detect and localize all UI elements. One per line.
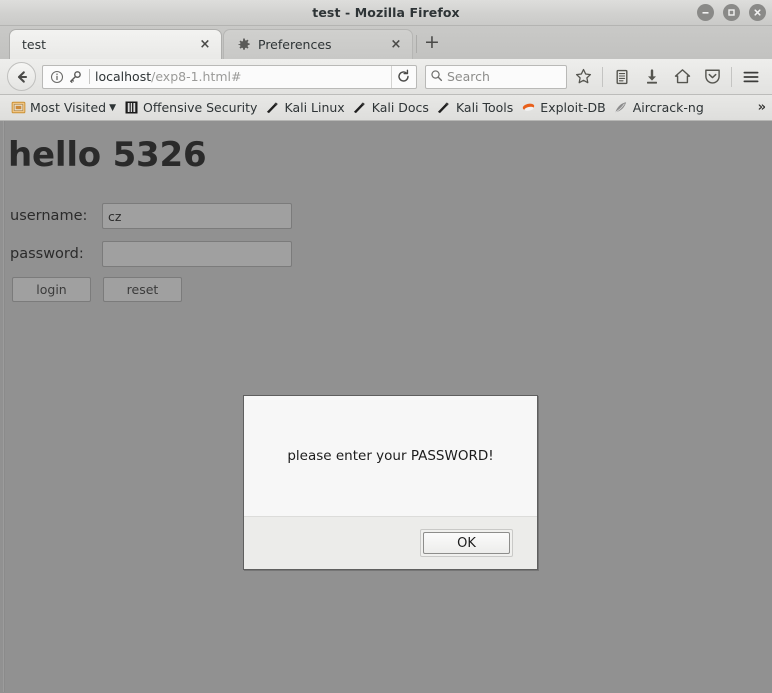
pocket-button[interactable] <box>698 63 726 91</box>
tab-close-icon[interactable]: × <box>388 37 404 53</box>
minimize-icon <box>702 12 709 14</box>
bookmark-label: Kali Tools <box>455 100 514 115</box>
offensive-security-icon <box>123 100 139 116</box>
browser-window: test - Mozilla Firefox test × Preference… <box>0 0 772 693</box>
most-visited-icon <box>10 100 26 116</box>
library-button[interactable] <box>608 63 636 91</box>
tab-test[interactable]: test × <box>9 29 222 59</box>
close-button[interactable] <box>749 4 766 21</box>
kali-dragon-icon <box>352 100 368 116</box>
star-icon <box>575 68 591 84</box>
bookmark-label: Kali Linux <box>284 100 345 115</box>
bookmark-offensive-security[interactable]: Offensive Security <box>121 98 262 118</box>
title-bar: test - Mozilla Firefox <box>0 0 772 26</box>
search-bar[interactable]: Search <box>425 64 567 89</box>
kali-dragon-icon <box>264 100 280 116</box>
bookmark-label: Kali Docs <box>371 100 429 115</box>
close-icon <box>754 9 761 16</box>
tab-close-icon[interactable]: × <box>197 37 213 53</box>
bookmark-label: Exploit-DB <box>540 100 606 115</box>
window-title: test - Mozilla Firefox <box>312 5 460 20</box>
url-host: localhost <box>95 69 152 84</box>
maximize-icon <box>728 9 735 16</box>
bookmark-label: Aircrack-ng <box>632 100 704 115</box>
alert-message: please enter your PASSWORD! <box>287 448 494 464</box>
bookmark-star-button[interactable] <box>569 63 597 91</box>
search-icon <box>430 67 443 86</box>
bookmark-label: Most Visited <box>30 100 107 115</box>
library-icon <box>616 69 628 84</box>
toolbar-separator <box>731 66 732 87</box>
password-input[interactable] <box>102 241 292 267</box>
bookmarks-overflow-button[interactable]: » <box>758 100 766 115</box>
username-input[interactable] <box>102 203 292 229</box>
home-button[interactable] <box>668 63 696 91</box>
back-arrow-icon <box>17 70 27 83</box>
url-bar[interactable]: localhost/exp8-1.html# <box>42 64 417 89</box>
url-divider <box>89 69 90 84</box>
new-tab-button[interactable]: + <box>417 29 447 59</box>
navigation-toolbar: localhost/exp8-1.html# Search <box>0 59 772 95</box>
menu-button[interactable] <box>737 63 765 91</box>
info-icon[interactable] <box>48 68 66 86</box>
url-text: localhost/exp8-1.html# <box>95 69 391 84</box>
username-label: username: <box>10 208 88 224</box>
reset-button[interactable]: reset <box>103 277 182 302</box>
bookmark-most-visited[interactable]: Most Visited ▼ <box>8 98 121 118</box>
hamburger-icon <box>743 71 759 82</box>
form-buttons: login reset <box>12 277 182 302</box>
window-controls <box>697 0 766 25</box>
minimize-button[interactable] <box>697 4 714 21</box>
tab-preferences[interactable]: Preferences × <box>223 29 413 59</box>
page-title: hello 5326 <box>8 135 207 175</box>
bookmark-kali-docs[interactable]: Kali Docs <box>350 98 434 118</box>
reload-icon <box>397 69 409 82</box>
ok-button[interactable]: OK <box>423 532 510 555</box>
key-icon[interactable] <box>66 68 84 86</box>
password-row: password: <box>10 241 292 267</box>
password-label: password: <box>10 246 84 262</box>
page-content: hello 5326 username: password: login res… <box>0 121 772 692</box>
toolbar-separator <box>602 66 603 87</box>
maximize-button[interactable] <box>723 4 740 21</box>
shield-icon <box>704 69 720 84</box>
login-button[interactable]: login <box>12 277 91 302</box>
bookmarks-toolbar: Most Visited ▼ Offensive Security Kali L… <box>0 95 772 121</box>
ok-button-focus-ring: OK <box>420 528 513 558</box>
gear-icon <box>236 37 252 53</box>
bookmark-aircrack-ng[interactable]: Aircrack-ng <box>611 98 709 118</box>
tab-label: Preferences <box>258 37 332 52</box>
bookmark-kali-tools[interactable]: Kali Tools <box>434 98 518 118</box>
reload-button[interactable] <box>391 65 414 88</box>
page-left-edge-shadow <box>4 121 5 692</box>
exploit-db-icon <box>520 100 536 116</box>
downloads-button[interactable] <box>638 63 666 91</box>
chevron-down-icon: ▼ <box>109 102 117 113</box>
home-icon <box>674 69 690 84</box>
alert-dialog: please enter your PASSWORD! OK <box>243 395 538 570</box>
search-placeholder: Search <box>447 69 490 84</box>
bookmark-exploit-db[interactable]: Exploit-DB <box>518 98 610 118</box>
tab-bar: test × Preferences × + <box>0 26 772 59</box>
bookmark-label: Offensive Security <box>143 100 258 115</box>
kali-dragon-icon <box>436 100 452 116</box>
aircrack-icon <box>613 100 629 116</box>
alert-dialog-body: please enter your PASSWORD! <box>244 396 537 517</box>
url-path: /exp8-1.html# <box>151 69 242 84</box>
alert-dialog-footer: OK <box>244 517 537 569</box>
bookmark-kali-linux[interactable]: Kali Linux <box>262 98 349 118</box>
back-button[interactable] <box>7 62 36 91</box>
download-arrow-icon <box>647 68 657 84</box>
username-row: username: <box>10 203 292 229</box>
tab-label: test <box>22 37 47 52</box>
